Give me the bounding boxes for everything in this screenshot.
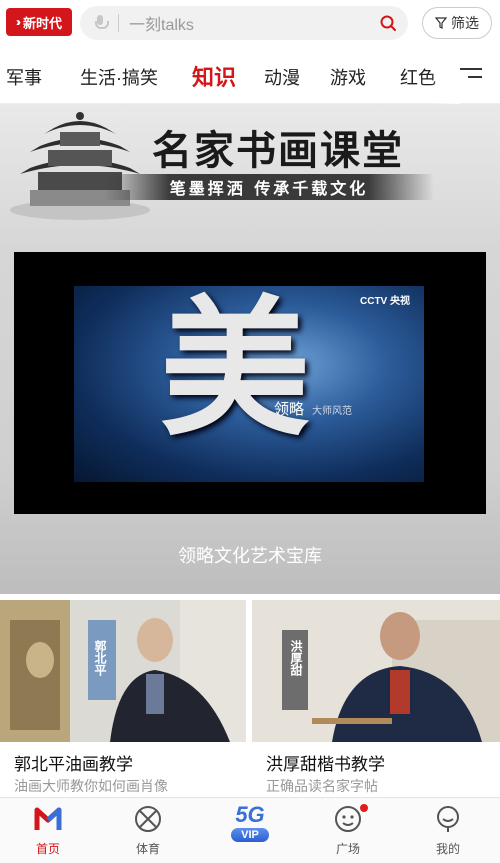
tab-military[interactable]: 军事	[6, 64, 42, 90]
nav-sports[interactable]: 体育	[118, 804, 178, 860]
chat-face-icon	[335, 806, 361, 832]
search-icon[interactable]	[380, 15, 396, 31]
tab-knowledge[interactable]: 知识	[192, 60, 236, 92]
home-icon	[34, 807, 62, 830]
card-sign: 郭北平	[93, 640, 107, 676]
card-subtitle: 油画大师教你如何画肖像	[14, 778, 168, 794]
featured-banner[interactable]: 名家书画课堂 笔墨挥洒 传承千载文化 CCTV 央视 美 领略 大师风范 领略文…	[0, 104, 500, 594]
banner-title: 名家书画课堂	[152, 127, 404, 174]
video-player[interactable]: CCTV 央视 美 领略 大师风范	[14, 252, 486, 514]
content-card[interactable]: 郭北平 郭北平油画教学 油画大师教你如何画肖像	[0, 600, 246, 796]
card-subtitle: 正确品读名家字帖	[266, 778, 378, 794]
app-logo[interactable]: ›› 新时代	[6, 8, 72, 36]
nav-home[interactable]: 首页	[18, 804, 78, 860]
profile-icon	[437, 806, 459, 832]
bottom-nav: 首页 体育 5G VIP 广场 我的	[0, 797, 500, 863]
filter-button[interactable]: 筛选	[422, 7, 492, 39]
search-input[interactable]: 一刻talks	[129, 11, 408, 35]
nav-square[interactable]: 广场	[318, 804, 378, 860]
card-title: 郭北平油画教学	[14, 755, 133, 774]
cctv-logo: CCTV 央视	[360, 296, 410, 307]
video-frame: CCTV 央视 美 领略 大师风范	[74, 286, 424, 482]
video-subtext: 大师风范	[312, 406, 352, 417]
ball-icon	[135, 806, 161, 832]
card-image: 洪厚甜	[252, 600, 500, 742]
vip-label: VIP	[231, 828, 269, 842]
tab-games[interactable]: 游戏	[330, 64, 366, 90]
search-divider	[118, 14, 119, 32]
microphone-icon[interactable]	[94, 14, 109, 32]
calligraphy-character: 美	[160, 286, 311, 457]
filter-label: 筛选	[451, 15, 479, 31]
category-tabs: 军事 生活·搞笑 知识 动漫 游戏 红色	[0, 48, 500, 104]
top-bar: ›› 新时代 一刻talks 筛选	[0, 0, 500, 48]
temple-illustration	[10, 112, 150, 220]
content-card[interactable]: 洪厚甜 洪厚甜楷书教学 正确品读名家字帖	[252, 600, 500, 796]
search-bar[interactable]: 一刻talks	[80, 6, 408, 40]
nav-square-label: 广场	[335, 842, 360, 856]
card-sign: 洪厚甜	[289, 640, 303, 676]
nav-home-label: 首页	[35, 842, 60, 856]
filter-icon	[435, 17, 447, 29]
tab-anime[interactable]: 动漫	[264, 64, 300, 90]
vip-5g: 5G	[235, 802, 265, 827]
nav-sports-label: 体育	[135, 842, 160, 856]
nav-mine[interactable]: 我的	[418, 804, 478, 860]
tabs-fade	[430, 48, 460, 104]
card-title: 洪厚甜楷书教学	[266, 755, 385, 774]
nav-mine-label: 我的	[435, 842, 460, 856]
notification-dot	[360, 804, 368, 812]
nav-vip[interactable]: 5G VIP	[212, 798, 288, 860]
banner-caption: 领略文化艺术宝库	[178, 546, 322, 566]
double-chevron-icon: ››	[15, 15, 21, 29]
tab-life-funny[interactable]: 生活·搞笑	[80, 64, 158, 90]
card-image: 郭北平	[0, 600, 246, 742]
video-text: 领略	[274, 400, 305, 418]
banner-subtitle: 笔墨挥洒 传承千载文化	[104, 174, 434, 200]
menu-icon[interactable]	[460, 68, 482, 82]
logo-text: 新时代	[22, 15, 62, 31]
